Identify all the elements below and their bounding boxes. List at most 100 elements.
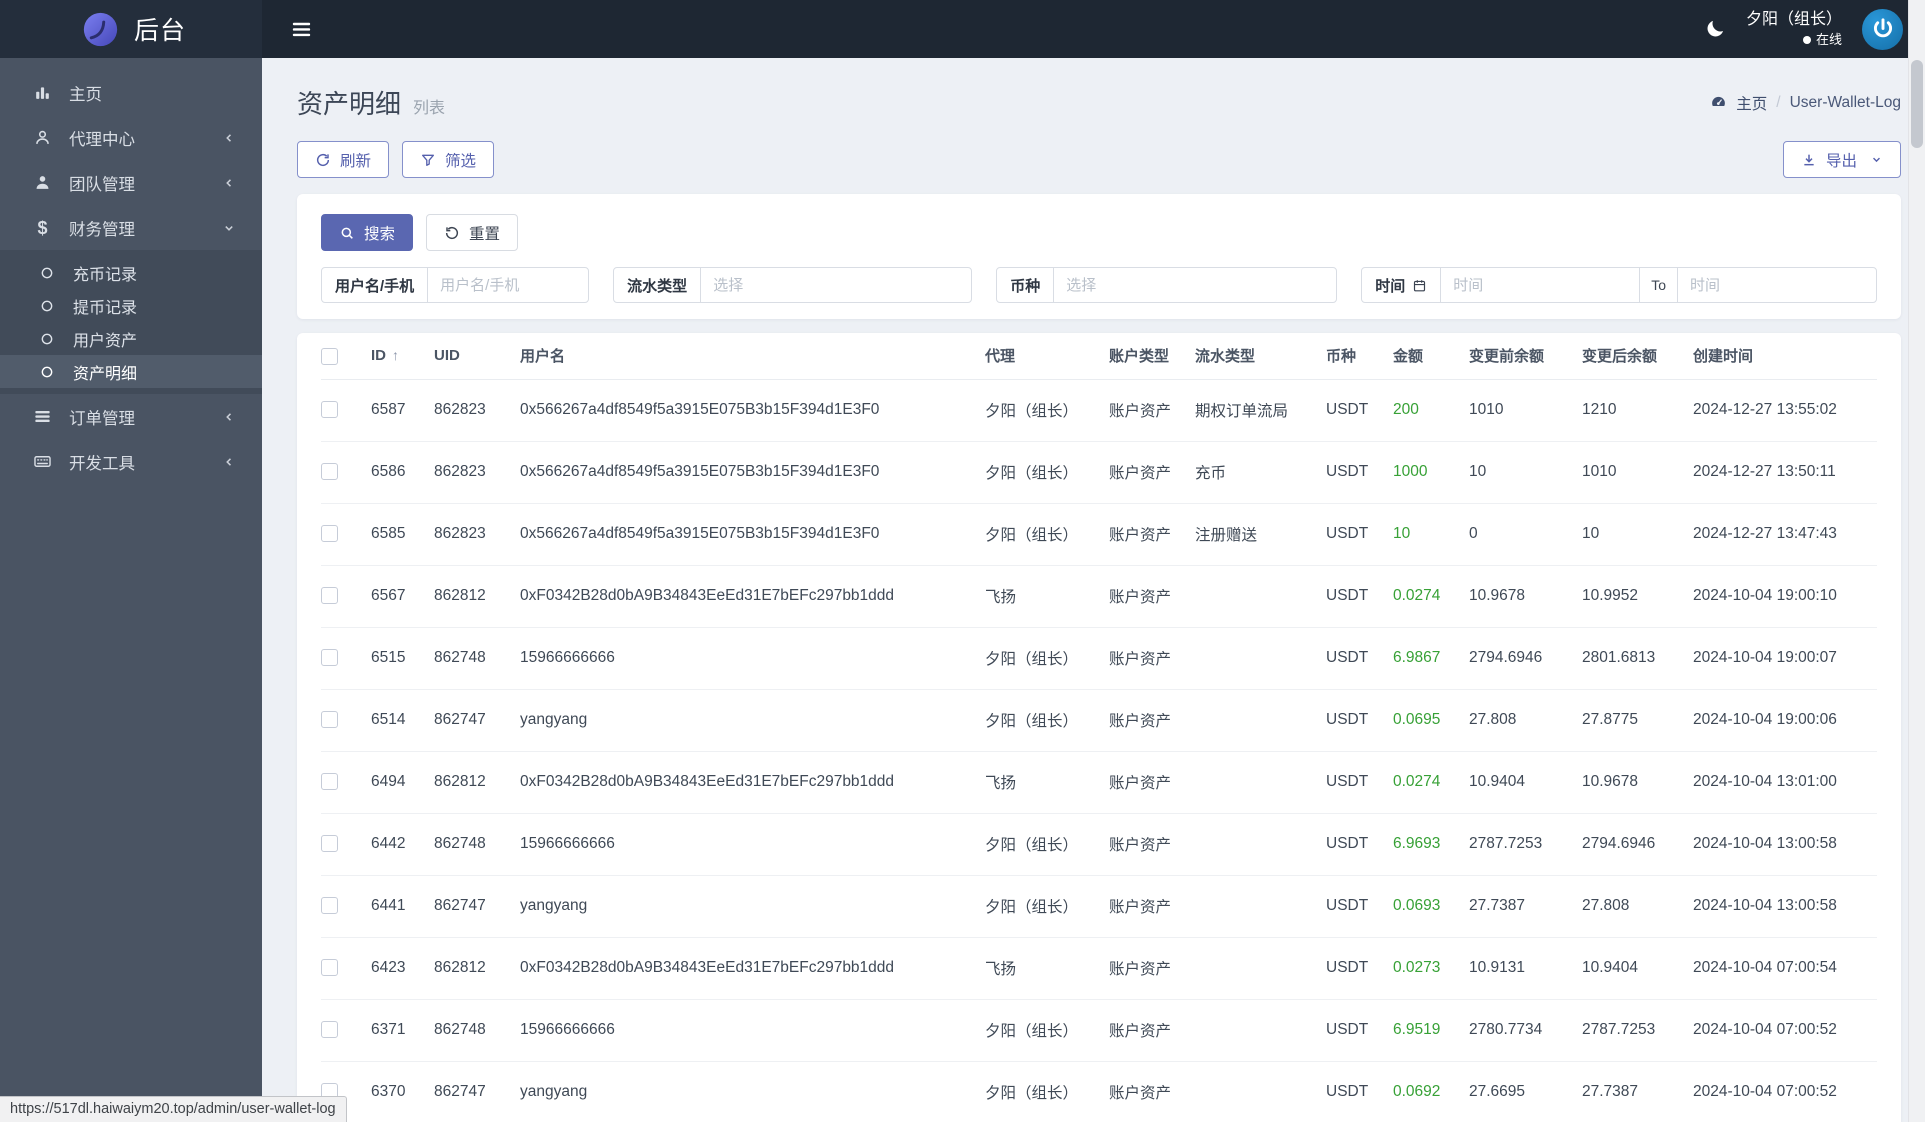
cell-account-type: 账户资产	[1109, 937, 1195, 1000]
submenu-finance-management: 充币记录提币记录 用户资产 资产明细	[0, 250, 262, 394]
cell-amount: 0.0274	[1393, 751, 1469, 814]
sidebar-item-order-management[interactable]: 订单管理	[0, 394, 262, 439]
cell-currency: USDT	[1326, 503, 1393, 566]
cell-flow-type: 期权订单流局	[1195, 379, 1326, 442]
cell-flow-type	[1195, 751, 1326, 814]
row-checkbox[interactable]	[321, 897, 338, 915]
flow-type-filter-group: 流水类型	[613, 267, 973, 303]
cell-created-at: 2024-10-04 19:00:07	[1693, 627, 1878, 690]
cell-flow-type	[1195, 875, 1326, 938]
toolbar: 刷新 筛选 导出	[297, 141, 1902, 178]
sidebar-item-label: 主页	[69, 85, 102, 104]
row-checkbox[interactable]	[321, 587, 338, 605]
page-content: 资产明细 列表 主页 / User-Wallet-Log 刷新 筛选 导出 搜索…	[262, 58, 1919, 1122]
refresh-button[interactable]: 刷新	[297, 141, 390, 178]
cell-agent: 飞扬	[985, 751, 1109, 814]
wallet-log-table-card: ID ↑ UID 用户名 代理 账户类型 流水类型 币种 金额 变更前余额 变更后余额 创建时间 65…	[297, 333, 1902, 1122]
row-checkbox[interactable]	[321, 525, 338, 543]
page-subtitle: 列表	[413, 99, 446, 117]
cell-flow-type	[1195, 1061, 1326, 1122]
username-input[interactable]	[428, 268, 589, 302]
select-all-checkbox[interactable]	[321, 347, 338, 365]
row-checkbox[interactable]	[321, 835, 338, 853]
cell-created-at: 2024-10-04 13:00:58	[1693, 813, 1878, 876]
time-end-input[interactable]	[1678, 268, 1877, 302]
cell-agent: 夕阳（组长）	[985, 813, 1109, 876]
sidebar-item-label: 团队管理	[69, 175, 135, 194]
search-button[interactable]: 搜索	[321, 214, 414, 251]
cell-account-type: 账户资产	[1109, 813, 1195, 876]
sidebar-item-user-assets[interactable]: 用户资产	[0, 322, 262, 355]
cell-agent: 飞扬	[985, 937, 1109, 1000]
sidebar-item-home[interactable]: 主页	[0, 70, 262, 115]
flow-type-select[interactable]	[701, 268, 972, 302]
row-checkbox[interactable]	[321, 401, 338, 419]
column-header-agent: 代理	[985, 333, 1109, 380]
cell-agent: 夕阳（组长）	[985, 1061, 1109, 1122]
reset-button[interactable]: 重置	[426, 214, 519, 251]
team-icon	[33, 173, 52, 192]
cell-balance-before: 27.808	[1469, 689, 1582, 752]
sidebar-item-dev-tools[interactable]: 开发工具	[0, 439, 262, 484]
chevron-left-icon	[222, 131, 236, 145]
row-checkbox[interactable]	[321, 463, 338, 481]
cell-account-type: 账户资产	[1109, 379, 1195, 442]
sidebar-item-label: 代理中心	[69, 130, 135, 149]
sidebar-item-team-management[interactable]: 团队管理	[0, 160, 262, 205]
filter-button[interactable]: 筛选	[402, 141, 495, 178]
table-row: 6371 862748 15966666666 夕阳（组长） 账户资产 USDT 6.951…	[321, 999, 1878, 1062]
sidebar-toggle-hamburger-icon[interactable]	[290, 18, 313, 41]
sidebar-item-asset-details[interactable]: 资产明细	[0, 355, 262, 388]
cell-id: 6587	[371, 379, 434, 442]
table-header-row: ID ↑ UID 用户名 代理 账户类型 流水类型 币种 金额 变更前余额 变更后余额 创建时间	[321, 333, 1878, 380]
column-header-account-type: 账户类型	[1109, 333, 1195, 380]
column-header-id[interactable]: ID ↑	[371, 333, 434, 380]
cell-amount: 0.0692	[1393, 1061, 1469, 1122]
reset-icon	[444, 225, 460, 241]
cell-username: 0x566267a4df8549f5a3915E075B3b15F394d1E3…	[520, 441, 985, 504]
cell-balance-before: 27.7387	[1469, 875, 1582, 938]
sidebar-item-label: 订单管理	[69, 409, 135, 428]
cell-balance-after: 1210	[1582, 379, 1693, 442]
row-checkbox[interactable]	[321, 773, 338, 791]
sidebar-item-label: 充币记录	[73, 266, 138, 284]
breadcrumb-home-link[interactable]: 主页	[1736, 92, 1767, 114]
cell-balance-before: 2794.6946	[1469, 627, 1582, 690]
row-checkbox[interactable]	[321, 1021, 338, 1039]
refresh-button-label: 刷新	[340, 152, 372, 170]
calendar-icon	[1412, 278, 1427, 293]
user-avatar[interactable]	[1862, 8, 1904, 50]
row-checkbox[interactable]	[321, 649, 338, 667]
flow-type-filter-label: 流水类型	[614, 268, 702, 302]
vertical-scrollbar[interactable]	[1908, 0, 1925, 1122]
sidebar-item-deposit-records[interactable]: 充币记录	[0, 256, 262, 289]
currency-select[interactable]	[1054, 268, 1337, 302]
filter-funnel-icon	[420, 152, 436, 168]
column-header-label: 变更后余额	[1582, 348, 1658, 366]
sidebar-item-finance-management[interactable]: $ 财务管理	[0, 205, 262, 250]
cell-username: 0xF0342B28d0bA9B34843EeEd31E7bEFc297bb1d…	[520, 565, 985, 628]
export-button[interactable]: 导出	[1783, 141, 1902, 178]
cell-amount: 10	[1393, 503, 1469, 566]
sidebar-item-label: 开发工具	[69, 454, 135, 473]
scrollbar-thumb[interactable]	[1911, 60, 1923, 148]
cell-balance-before: 10	[1469, 441, 1582, 504]
row-checkbox[interactable]	[321, 711, 338, 729]
row-checkbox[interactable]	[321, 959, 338, 977]
username-filter-label: 用户名/手机	[322, 268, 429, 302]
time-start-input[interactable]	[1441, 268, 1640, 302]
sidebar-item-withdraw-records[interactable]: 提币记录	[0, 289, 262, 322]
dashboard-icon	[1710, 94, 1727, 111]
app-logo[interactable]: 后台	[0, 0, 262, 58]
cell-balance-after: 2801.6813	[1582, 627, 1693, 690]
sidebar-item-agent-center[interactable]: 代理中心	[0, 115, 262, 160]
cell-balance-after: 10	[1582, 503, 1693, 566]
export-button-label: 导出	[1826, 152, 1858, 170]
dark-mode-moon-icon[interactable]	[1704, 18, 1726, 40]
row-checkbox-cell	[321, 441, 371, 504]
app-title: 后台	[134, 17, 187, 45]
cell-id: 6441	[371, 875, 434, 938]
cell-account-type: 账户资产	[1109, 751, 1195, 814]
cell-created-at: 2024-10-04 07:00:52	[1693, 999, 1878, 1062]
cell-username: yangyang	[520, 689, 985, 752]
